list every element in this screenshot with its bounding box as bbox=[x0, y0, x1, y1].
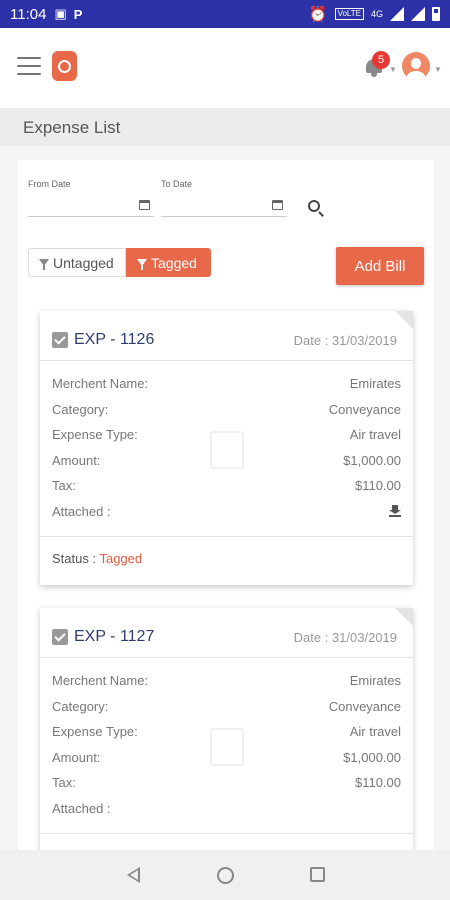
card-body: Merchent Name: Emirates Category: Conveyan… bbox=[40, 361, 413, 536]
tax-row: Tax: $110.00 bbox=[40, 770, 413, 796]
expense-type-row: Expense Type: Air travel bbox=[40, 719, 413, 745]
tagged-label: Tagged bbox=[151, 254, 197, 271]
untagged-button[interactable]: Untagged bbox=[28, 248, 126, 277]
merchant-value: Emirates bbox=[349, 673, 401, 688]
attached-row: Attached : bbox=[40, 796, 413, 822]
expense-date: Date : 31/03/2019 bbox=[293, 630, 397, 645]
attached-label: Attached : bbox=[52, 800, 111, 816]
status-text: Status : Tagged bbox=[52, 551, 142, 566]
chevron-down-icon: ▼ bbox=[434, 65, 442, 74]
merchant-row: Merchent Name: Emirates bbox=[40, 668, 413, 694]
amount-row: Amount: $1,000.00 bbox=[40, 745, 413, 771]
checkbox[interactable] bbox=[52, 332, 68, 348]
back-icon[interactable] bbox=[127, 867, 140, 883]
expense-type-value: Air travel bbox=[349, 724, 401, 740]
category-value: Conveyance bbox=[328, 401, 401, 417]
category-row: Category: Conveyance bbox=[40, 397, 413, 423]
status-label: Status : bbox=[52, 551, 100, 566]
amount-label: Amount: bbox=[52, 452, 101, 468]
add-bill-button[interactable]: Add Bill bbox=[336, 247, 424, 285]
tax-value: $110.00 bbox=[354, 775, 401, 791]
avatar[interactable] bbox=[402, 52, 430, 80]
filter-icon bbox=[39, 259, 49, 270]
filter-icon bbox=[137, 259, 147, 270]
clock: 11:04 bbox=[10, 5, 47, 23]
category-value: Conveyance bbox=[328, 698, 401, 714]
calendar-icon[interactable] bbox=[272, 200, 283, 210]
expense-type-value: Air travel bbox=[349, 427, 401, 443]
system-nav-bar bbox=[0, 850, 450, 900]
tagged-button[interactable]: Tagged bbox=[126, 248, 211, 277]
chevron-down-icon: ▼ bbox=[389, 65, 397, 74]
status-bar: 11:04 ▣ P ⏰ VoLTE 4G bbox=[0, 0, 450, 28]
amount-row: Amount: $1,000.00 bbox=[40, 448, 413, 474]
recent-apps-icon[interactable] bbox=[310, 867, 325, 882]
merchant-label: Merchent Name: bbox=[52, 673, 149, 688]
to-date-field[interactable] bbox=[161, 195, 287, 217]
battery-icon bbox=[432, 7, 440, 21]
tax-value: $110.00 bbox=[354, 478, 401, 494]
app-header: 5 ▼ ▼ bbox=[0, 28, 450, 108]
download-icon[interactable] bbox=[389, 504, 401, 517]
expense-type-label: Expense Type: bbox=[52, 724, 138, 740]
attached-row: Attached : bbox=[40, 499, 413, 525]
volte-badge: VoLTE bbox=[334, 8, 364, 20]
expense-type-row: Expense Type: Air travel bbox=[40, 422, 413, 448]
expense-card[interactable]: EXP - 1127 Date : 31/03/2019 Merchent Na… bbox=[40, 608, 413, 868]
from-date-field[interactable] bbox=[28, 195, 154, 217]
status-badge: Tagged bbox=[99, 551, 143, 566]
tag-filter-toggle: Untagged Tagged bbox=[28, 248, 211, 277]
card-header: EXP - 1127 Date : 31/03/2019 bbox=[40, 608, 413, 658]
page-header: Expense List bbox=[0, 108, 450, 146]
paytm-notification-icon: P bbox=[73, 6, 83, 22]
expense-id: EXP - 1126 bbox=[74, 331, 155, 348]
card-body: Merchent Name: Emirates Category: Conveyan… bbox=[40, 658, 413, 833]
image-notification-icon: ▣ bbox=[54, 6, 67, 21]
tax-row: Tax: $110.00 bbox=[40, 473, 413, 499]
card-header: EXP - 1126 Date : 31/03/2019 bbox=[40, 311, 413, 361]
alarm-icon: ⏰ bbox=[308, 6, 328, 23]
app-logo bbox=[52, 51, 77, 81]
checkbox[interactable] bbox=[52, 629, 68, 645]
category-label: Category: bbox=[52, 401, 109, 417]
category-label: Category: bbox=[52, 698, 109, 714]
category-row: Category: Conveyance bbox=[40, 694, 413, 720]
expense-id: EXP - 1127 bbox=[74, 628, 155, 645]
tax-label: Tax: bbox=[52, 775, 76, 791]
merchant-label: Merchent Name: bbox=[52, 376, 149, 391]
expense-card[interactable]: EXP - 1126 Date : 31/03/2019 Merchent Na… bbox=[40, 311, 413, 585]
amount-value: $1,000.00 bbox=[343, 749, 401, 765]
menu-icon[interactable] bbox=[17, 57, 41, 75]
signal-icon bbox=[390, 7, 404, 21]
page-title: Expense List bbox=[23, 118, 121, 137]
network-type: 4G bbox=[370, 9, 383, 19]
merchant-row: Merchent Name: Emirates bbox=[40, 371, 413, 397]
home-icon[interactable] bbox=[217, 867, 234, 884]
search-icon[interactable] bbox=[308, 200, 320, 212]
amount-value: $1,000.00 bbox=[343, 452, 401, 468]
amount-label: Amount: bbox=[52, 749, 101, 765]
tax-label: Tax: bbox=[52, 478, 76, 494]
expense-type-label: Expense Type: bbox=[52, 427, 138, 443]
attached-label: Attached : bbox=[52, 503, 111, 519]
signal-icon-2 bbox=[411, 7, 425, 21]
card-footer: Status : Tagged bbox=[40, 536, 413, 584]
from-date-label: From Date bbox=[28, 179, 71, 189]
to-date-label: To Date bbox=[161, 179, 193, 189]
notification-badge: 5 bbox=[372, 51, 390, 69]
merchant-value: Emirates bbox=[349, 376, 401, 391]
expense-panel: From Date To Date Untagged Tagged Add Bi… bbox=[18, 160, 434, 868]
untagged-label: Untagged bbox=[53, 254, 114, 271]
calendar-icon[interactable] bbox=[139, 200, 150, 210]
expense-date: Date : 31/03/2019 bbox=[293, 333, 397, 348]
